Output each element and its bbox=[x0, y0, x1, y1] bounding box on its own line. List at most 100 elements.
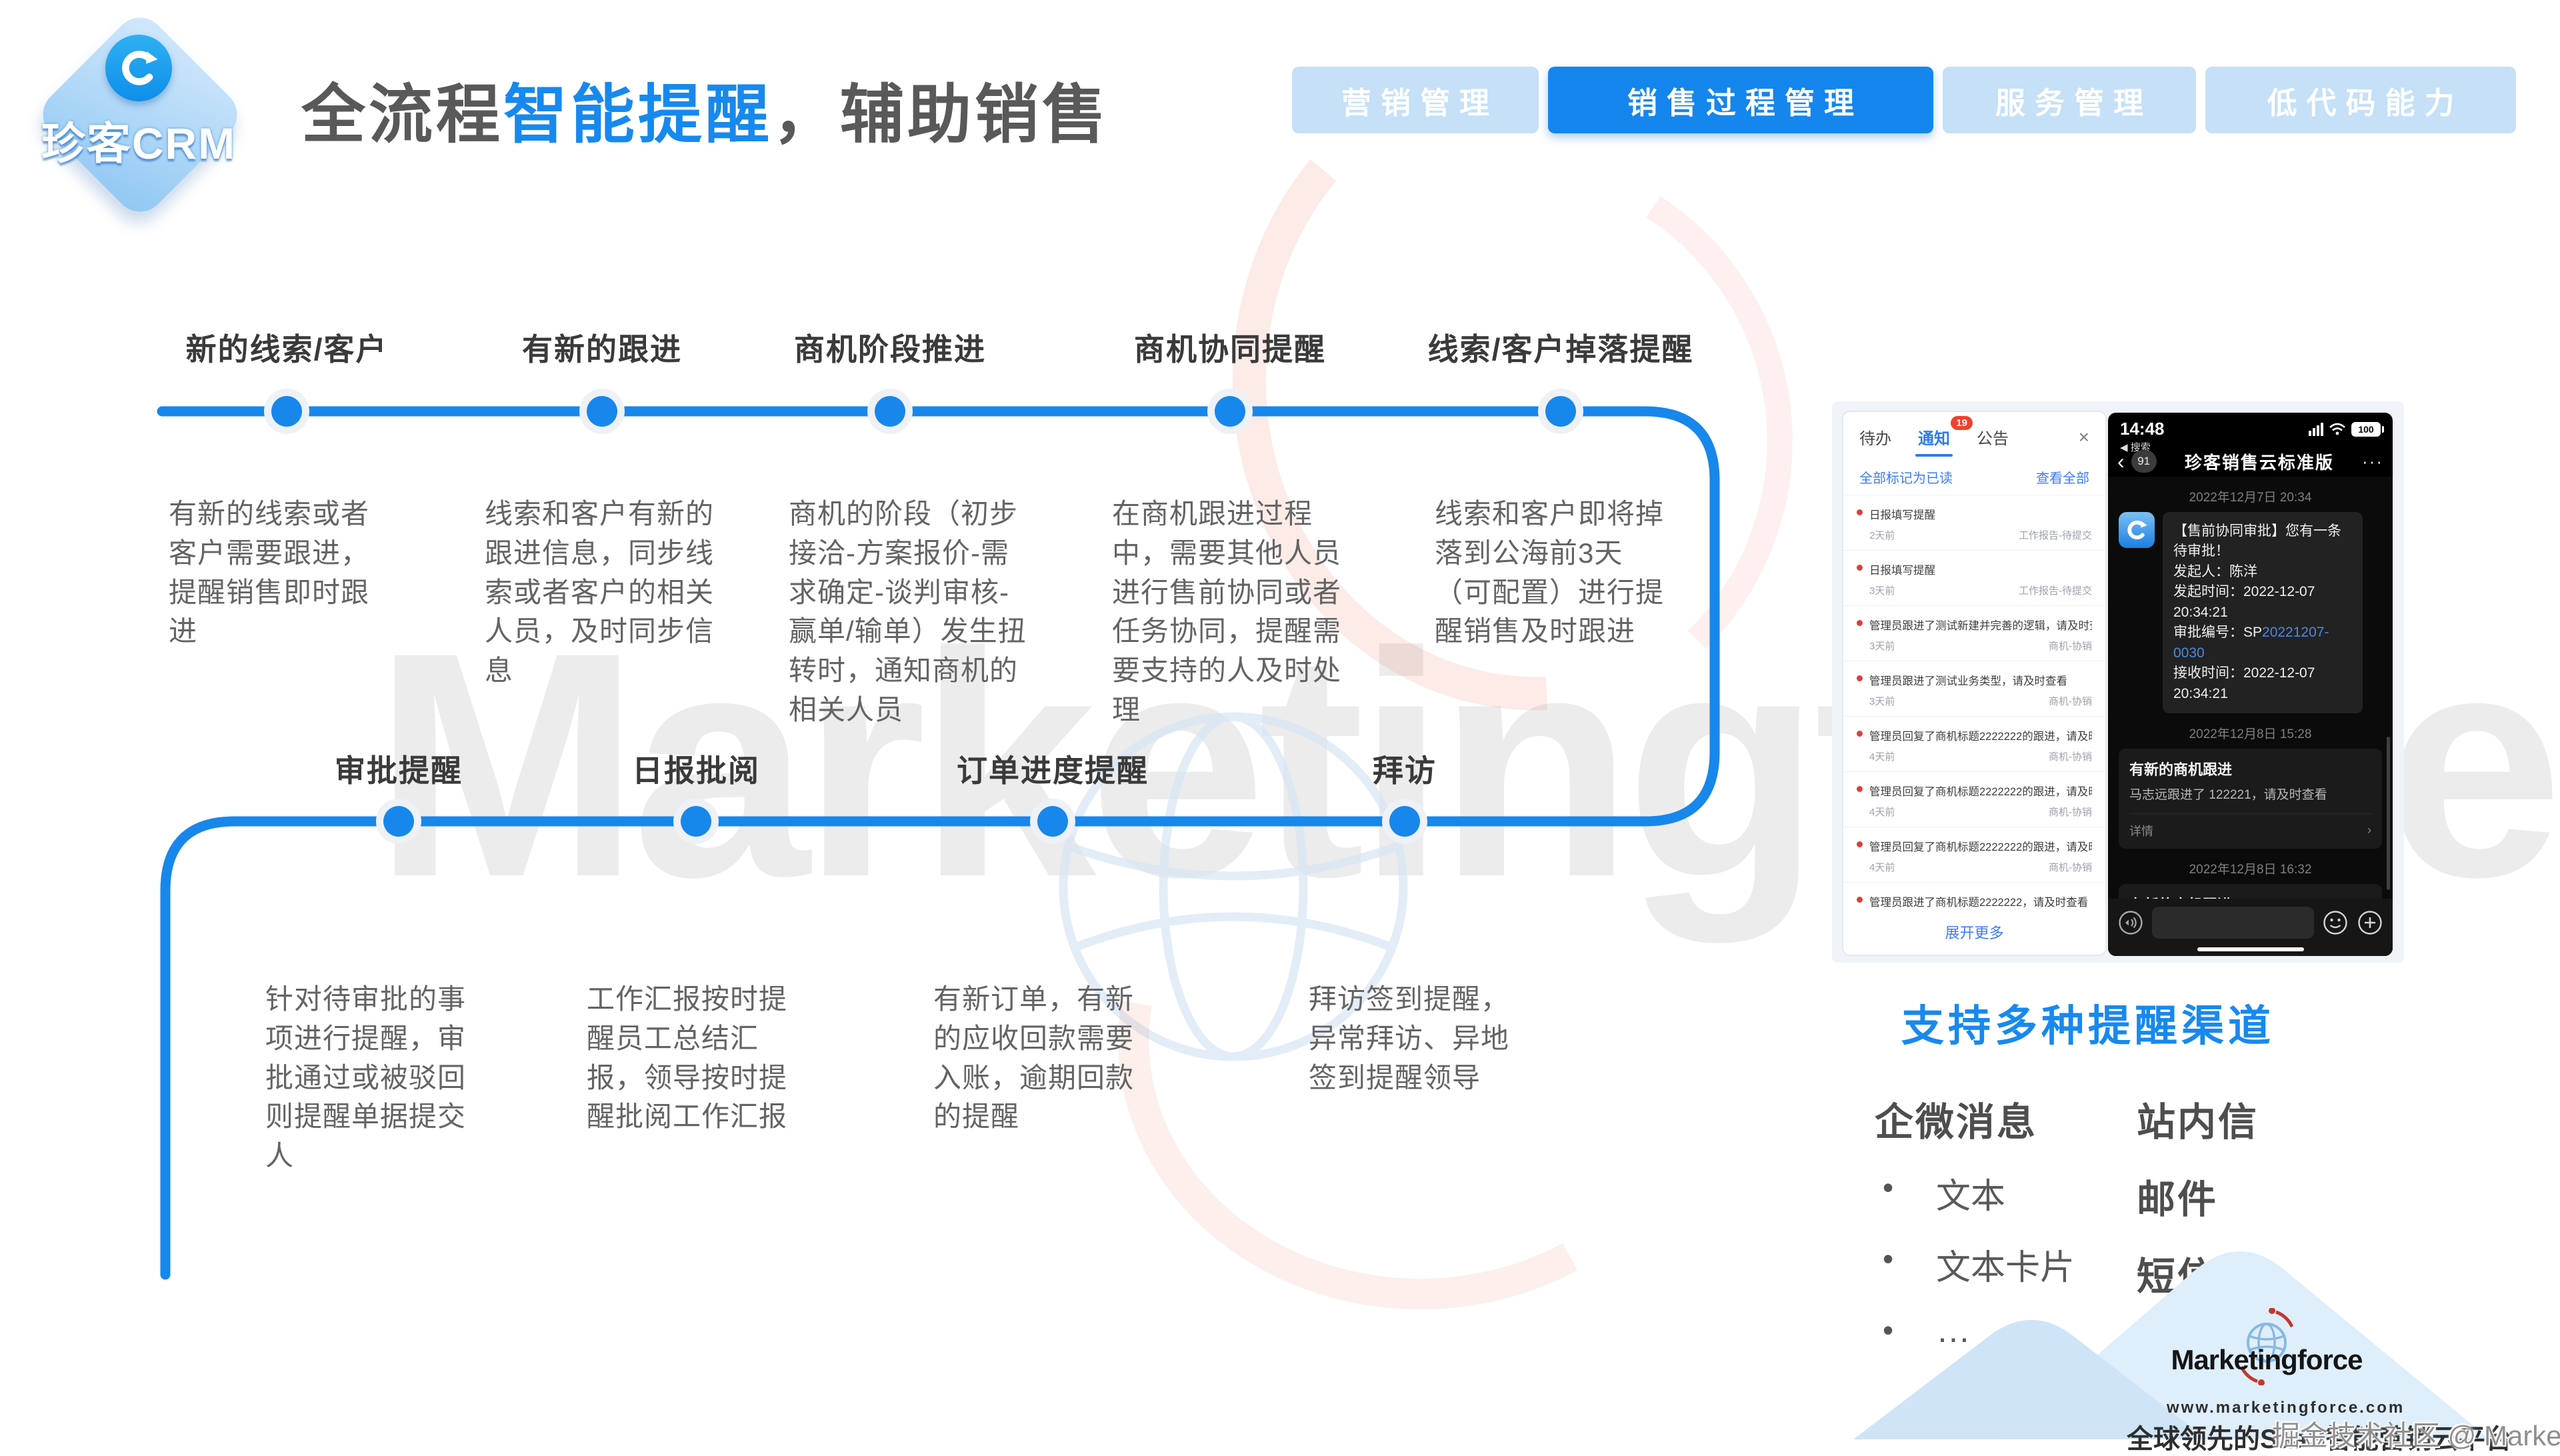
tab-marketing[interactable]: 营销管理 bbox=[1292, 67, 1539, 133]
item-tag: 商机-协销 bbox=[2049, 749, 2092, 763]
tab-notice[interactable]: 通知 19 bbox=[1918, 425, 1950, 449]
item-time: 4天前 bbox=[1869, 805, 1895, 819]
footer-logo-text: Marketingforce bbox=[2167, 1344, 2367, 1376]
channel-header: 短信 bbox=[2137, 1245, 2259, 1301]
unread-dot-icon bbox=[1857, 509, 1863, 515]
item-tag: 工作报告-待提交 bbox=[2019, 583, 2092, 597]
unread-dot-icon bbox=[1857, 620, 1863, 626]
item-time: 3天前 bbox=[1869, 639, 1895, 653]
item-time: 3天前 bbox=[1869, 583, 1895, 597]
node-label: 拜访 bbox=[1373, 747, 1437, 791]
node-label: 有新的跟进 bbox=[522, 325, 682, 369]
unread-total-badge: 91 bbox=[2131, 450, 2157, 473]
node-label: 商机阶段推进 bbox=[794, 325, 986, 369]
channel-header: 邮件 bbox=[2137, 1168, 2259, 1224]
node-description: 线索和客户即将掉落到公海前3天（可配置）进行提醒销售及时跟进 bbox=[1435, 495, 1668, 651]
node-label: 审批提醒 bbox=[335, 747, 463, 791]
node-label: 订单进度提醒 bbox=[957, 747, 1149, 791]
battery-icon: 100 bbox=[2351, 422, 2381, 437]
voice-icon[interactable] bbox=[2117, 909, 2144, 936]
detail-link[interactable]: 详情 bbox=[2129, 822, 2153, 839]
unread-dot-icon bbox=[1857, 731, 1863, 737]
node-description: 针对待审批的事项进行提醒，审批通过或被驳回则提醒单据提交人 bbox=[265, 980, 492, 1176]
chevron-right-icon: › bbox=[2367, 823, 2371, 837]
unread-count-badge: 19 bbox=[1951, 416, 1973, 430]
wecom-chat-screenshot: 14:48 ◀ 搜索 100 ‹ 91 珍客销售云标准版 ··· 2022年12… bbox=[2108, 413, 2393, 956]
notification-list: 日报填写提醒 2天前工作报告-待提交 日报填写提醒 3天前工作报告-待提交 管理… bbox=[1843, 495, 2105, 912]
list-item[interactable]: 管理员跟进了测试业务类型，请及时查看 3天前商机-协销 bbox=[1843, 661, 2105, 716]
item-tag: 商机-协销 bbox=[2049, 805, 2092, 819]
channel-header: 企微消息 bbox=[1875, 1091, 2075, 1147]
item-time: 4天前 bbox=[1869, 749, 1895, 763]
node-description: 商机的阶段（初步接洽-方案报价-需求确定-谈判审核-赢单/输单）发生扭转时，通知… bbox=[789, 495, 1030, 730]
unread-dot-icon bbox=[1857, 897, 1863, 903]
refresh-c-icon bbox=[118, 47, 159, 89]
item-time: 4天前 bbox=[1869, 860, 1895, 874]
item-time: 3天前 bbox=[1869, 694, 1895, 708]
list-item[interactable]: 管理员跟进了测试新建并完善的逻辑，请及时查看 3天前商机-协销 bbox=[1843, 605, 2105, 661]
list-item[interactable]: 管理员回复了商机标题2222222的跟进，请及时查看 4天前商机-协销 bbox=[1843, 716, 2105, 771]
unread-dot-icon bbox=[1857, 841, 1863, 847]
tab-service[interactable]: 服务管理 bbox=[1943, 67, 2196, 133]
page-title: 全流程智能提醒，辅助销售 bbox=[301, 63, 1109, 155]
channel-item: 文本 bbox=[1936, 1168, 2075, 1218]
signal-icon bbox=[2309, 423, 2323, 436]
close-icon[interactable]: × bbox=[2079, 427, 2089, 448]
node-description: 有新的线索或者客户需要跟进，提醒销售即时跟进 bbox=[169, 495, 389, 651]
more-icon[interactable]: ··· bbox=[2362, 451, 2383, 472]
tab-lowcode[interactable]: 低代码能力 bbox=[2205, 67, 2516, 133]
item-tag: 商机-协销 bbox=[2049, 860, 2092, 874]
date-divider: 2022年12月7日 20:34 bbox=[2119, 487, 2382, 505]
tab-todo[interactable]: 待办 bbox=[1859, 425, 1891, 449]
scrollbar[interactable] bbox=[2387, 737, 2390, 890]
item-tag: 商机-协销 bbox=[2049, 694, 2092, 708]
chat-title: 珍客销售云标准版 bbox=[2163, 449, 2355, 474]
notification-center-screenshot: 待办 通知 19 公告 × 全部标记为已读 查看全部 日报填写提醒 2天前工作报… bbox=[1842, 411, 2107, 956]
node-label: 线索/客户掉落提醒 bbox=[1428, 325, 1694, 369]
chat-area[interactable]: 2022年12月7日 20:34 【售前协同审批】您有一条待审批！ 发起人：陈洋… bbox=[2108, 477, 2393, 956]
list-item[interactable]: 日报填写提醒 3天前工作报告-待提交 bbox=[1843, 550, 2105, 605]
unread-dot-icon bbox=[1857, 675, 1863, 681]
brand-name: 珍客CRM bbox=[41, 108, 236, 172]
channel-item: … bbox=[1936, 1311, 2075, 1351]
juejin-watermark: 掘金技术社区 @ Marketingforce bbox=[2272, 1413, 2560, 1454]
date-divider: 2022年12月8日 15:28 bbox=[2119, 724, 2382, 742]
emoji-icon[interactable] bbox=[2322, 909, 2349, 936]
tab-announcement[interactable]: 公告 bbox=[1977, 425, 2009, 449]
item-time: 2天前 bbox=[1869, 528, 1895, 542]
expand-more-link[interactable]: 展开更多 bbox=[1843, 912, 2105, 955]
status-bar: 14:48 ◀ 搜索 100 bbox=[2108, 413, 2393, 446]
tab-sales-process[interactable]: 销售过程管理 bbox=[1548, 67, 1933, 133]
node-label: 日报批阅 bbox=[632, 747, 760, 791]
title-highlight: 智能提醒 bbox=[503, 79, 773, 151]
plus-icon[interactable] bbox=[2357, 909, 2383, 936]
crm-logo-icon bbox=[105, 35, 172, 101]
crm-app-icon bbox=[2119, 512, 2155, 548]
item-tag: 商机-协销 bbox=[2049, 639, 2092, 653]
channel-header: 站内信 bbox=[2137, 1091, 2259, 1147]
channel-wecom-column: 企微消息 文本 文本卡片 … bbox=[1875, 1091, 2075, 1351]
node-label: 新的线索/客户 bbox=[186, 325, 388, 369]
followup-card[interactable]: 有新的商机跟进 马志远跟进了 122221，请及时查看 详情 › bbox=[2119, 749, 2382, 849]
unread-dot-icon bbox=[1857, 786, 1863, 792]
message-input[interactable] bbox=[2152, 907, 2314, 939]
brand-logo: 珍客CRM bbox=[32, 7, 245, 227]
list-item[interactable]: 管理员回复了商机标题2222222的跟进，请及时查看 4天前商机-协销 bbox=[1843, 771, 2105, 827]
clock: 14:48 bbox=[2120, 419, 2165, 439]
mark-all-read-link[interactable]: 全部标记为已读 bbox=[1859, 467, 1953, 487]
node-description: 工作汇报按时提醒员工总结汇报，领导按时提醒批阅工作汇报 bbox=[587, 980, 813, 1137]
node-description: 有新订单，有新的应收回款需要入账，逾期回款的提醒 bbox=[933, 980, 1160, 1137]
list-item[interactable]: 管理员回复了商机标题2222222的跟进，请及时查看 4天前商机-协销 bbox=[1843, 827, 2105, 882]
list-item[interactable]: 日报填写提醒 2天前工作报告-待提交 bbox=[1843, 495, 2105, 550]
list-item[interactable]: 管理员跟进了商机标题2222222，请及时查看 4天前商机-协销 bbox=[1843, 882, 2105, 912]
view-all-link[interactable]: 查看全部 bbox=[2036, 467, 2089, 487]
back-icon[interactable]: ‹ bbox=[2117, 451, 2125, 472]
node-description: 线索和客户有新的跟进信息，同步线索或者客户的相关人员，及时同步信息 bbox=[485, 495, 718, 691]
approval-message-bubble[interactable]: 【售前协同审批】您有一条待审批！ 发起人：陈洋 发起时间：2022-12-07 … bbox=[2163, 512, 2363, 713]
notification-tabs: 待办 通知 19 公告 × bbox=[1843, 412, 2105, 458]
item-tag: 工作报告-待提交 bbox=[2019, 528, 2092, 542]
node-description: 在商机跟进过程中，需要其他人员进行售前协同或者任务协同，提醒需要支持的人及时处理 bbox=[1112, 495, 1353, 730]
channel-item: 文本卡片 bbox=[1936, 1239, 2075, 1289]
home-indicator bbox=[2197, 947, 2304, 951]
channel-other-column: 站内信 邮件 短信 bbox=[2137, 1091, 2259, 1323]
